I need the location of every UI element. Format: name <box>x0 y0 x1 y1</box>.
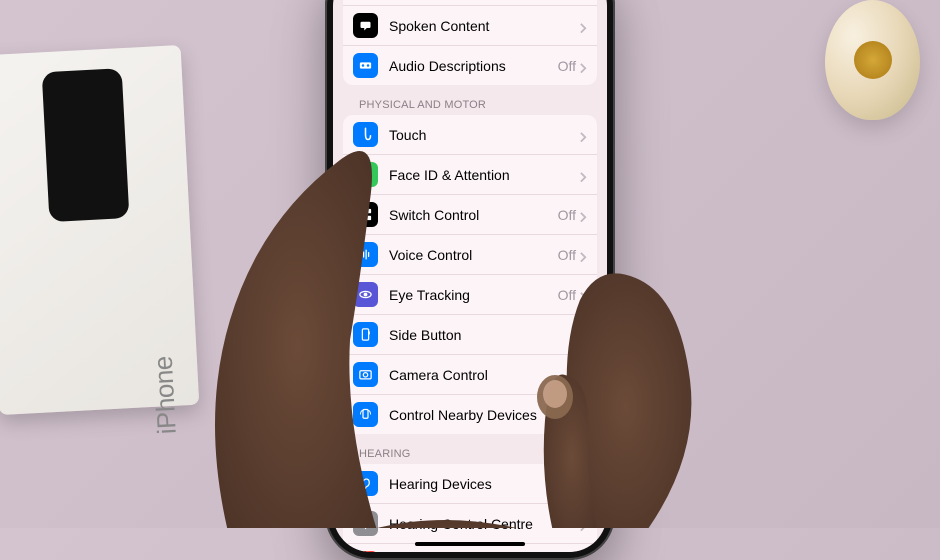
faceid-icon <box>353 162 378 187</box>
section-physical: TouchFace ID & AttentionSwitch ControlOf… <box>343 115 597 434</box>
ear-settings-icon <box>353 511 378 536</box>
row-detail: Off <box>558 247 576 263</box>
speech-icon <box>353 13 378 38</box>
row-detail: Off <box>558 207 576 223</box>
row-audio-descriptions[interactable]: Audio DescriptionsOff <box>343 46 597 85</box>
row-label: Hearing Devices <box>389 476 580 492</box>
row-face-id[interactable]: Face ID & Attention <box>343 155 597 195</box>
chevron-right-icon <box>580 209 587 220</box>
touch-icon <box>353 122 378 147</box>
camera-icon <box>353 362 378 387</box>
row-label: Hearing Control Centre <box>389 516 580 532</box>
row-label: Camera Control <box>389 367 580 383</box>
row-label: Face ID & Attention <box>389 167 580 183</box>
voice-icon <box>353 242 378 267</box>
row-hearing-devices[interactable]: Hearing Devices <box>343 464 597 504</box>
row-label: Spoken Content <box>389 18 580 34</box>
row-label: Side Button <box>389 327 580 343</box>
section-vision: MotionSpoken ContentAudio DescriptionsOf… <box>343 0 597 85</box>
row-camera-control[interactable]: Camera Control <box>343 355 597 395</box>
chevron-right-icon <box>580 249 587 260</box>
chevron-right-icon <box>580 478 587 489</box>
chevron-right-icon <box>580 518 587 529</box>
eye-icon <box>353 282 378 307</box>
chevron-right-icon <box>580 169 587 180</box>
nearby-icon <box>353 402 378 427</box>
row-switch-control[interactable]: Switch ControlOff <box>343 195 597 235</box>
chevron-right-icon <box>580 329 587 340</box>
row-label: Switch Control <box>389 207 558 223</box>
home-indicator[interactable] <box>415 542 525 546</box>
row-detail: Off <box>558 58 576 74</box>
iphone-box <box>0 45 199 415</box>
row-label: Touch <box>389 127 580 143</box>
row-touch[interactable]: Touch <box>343 115 597 155</box>
sound-icon <box>353 551 378 552</box>
row-label: Eye Tracking <box>389 287 558 303</box>
audio-desc-icon <box>353 53 378 78</box>
row-eye-tracking[interactable]: Eye TrackingOff <box>343 275 597 315</box>
section-hearing: Hearing DevicesHearing Control CentreSou… <box>343 464 597 552</box>
chevron-right-icon <box>580 60 587 71</box>
row-label: Control Nearby Devices <box>389 407 580 423</box>
chevron-right-icon <box>580 409 587 420</box>
chevron-right-icon <box>580 369 587 380</box>
row-voice-control[interactable]: Voice ControlOff <box>343 235 597 275</box>
switch-icon <box>353 202 378 227</box>
chevron-right-icon <box>580 20 587 31</box>
row-hearing-control[interactable]: Hearing Control Centre <box>343 504 597 544</box>
sidebutton-icon <box>353 322 378 347</box>
phone-frame: MotionSpoken ContentAudio DescriptionsOf… <box>325 0 615 560</box>
egg-ornament <box>825 0 920 120</box>
section-header-hearing: Hearing <box>333 434 607 464</box>
phone-screen: MotionSpoken ContentAudio DescriptionsOf… <box>333 0 607 552</box>
row-spoken-content[interactable]: Spoken Content <box>343 6 597 46</box>
chevron-right-icon <box>580 129 587 140</box>
ear-icon <box>353 471 378 496</box>
row-label: Audio Descriptions <box>389 58 558 74</box>
row-detail: Off <box>558 287 576 303</box>
row-nearby-devices[interactable]: Control Nearby Devices <box>343 395 597 434</box>
chevron-right-icon <box>580 289 587 300</box>
section-header-physical: Physical and Motor <box>333 85 607 115</box>
row-label: Voice Control <box>389 247 558 263</box>
row-side-button[interactable]: Side Button <box>343 315 597 355</box>
